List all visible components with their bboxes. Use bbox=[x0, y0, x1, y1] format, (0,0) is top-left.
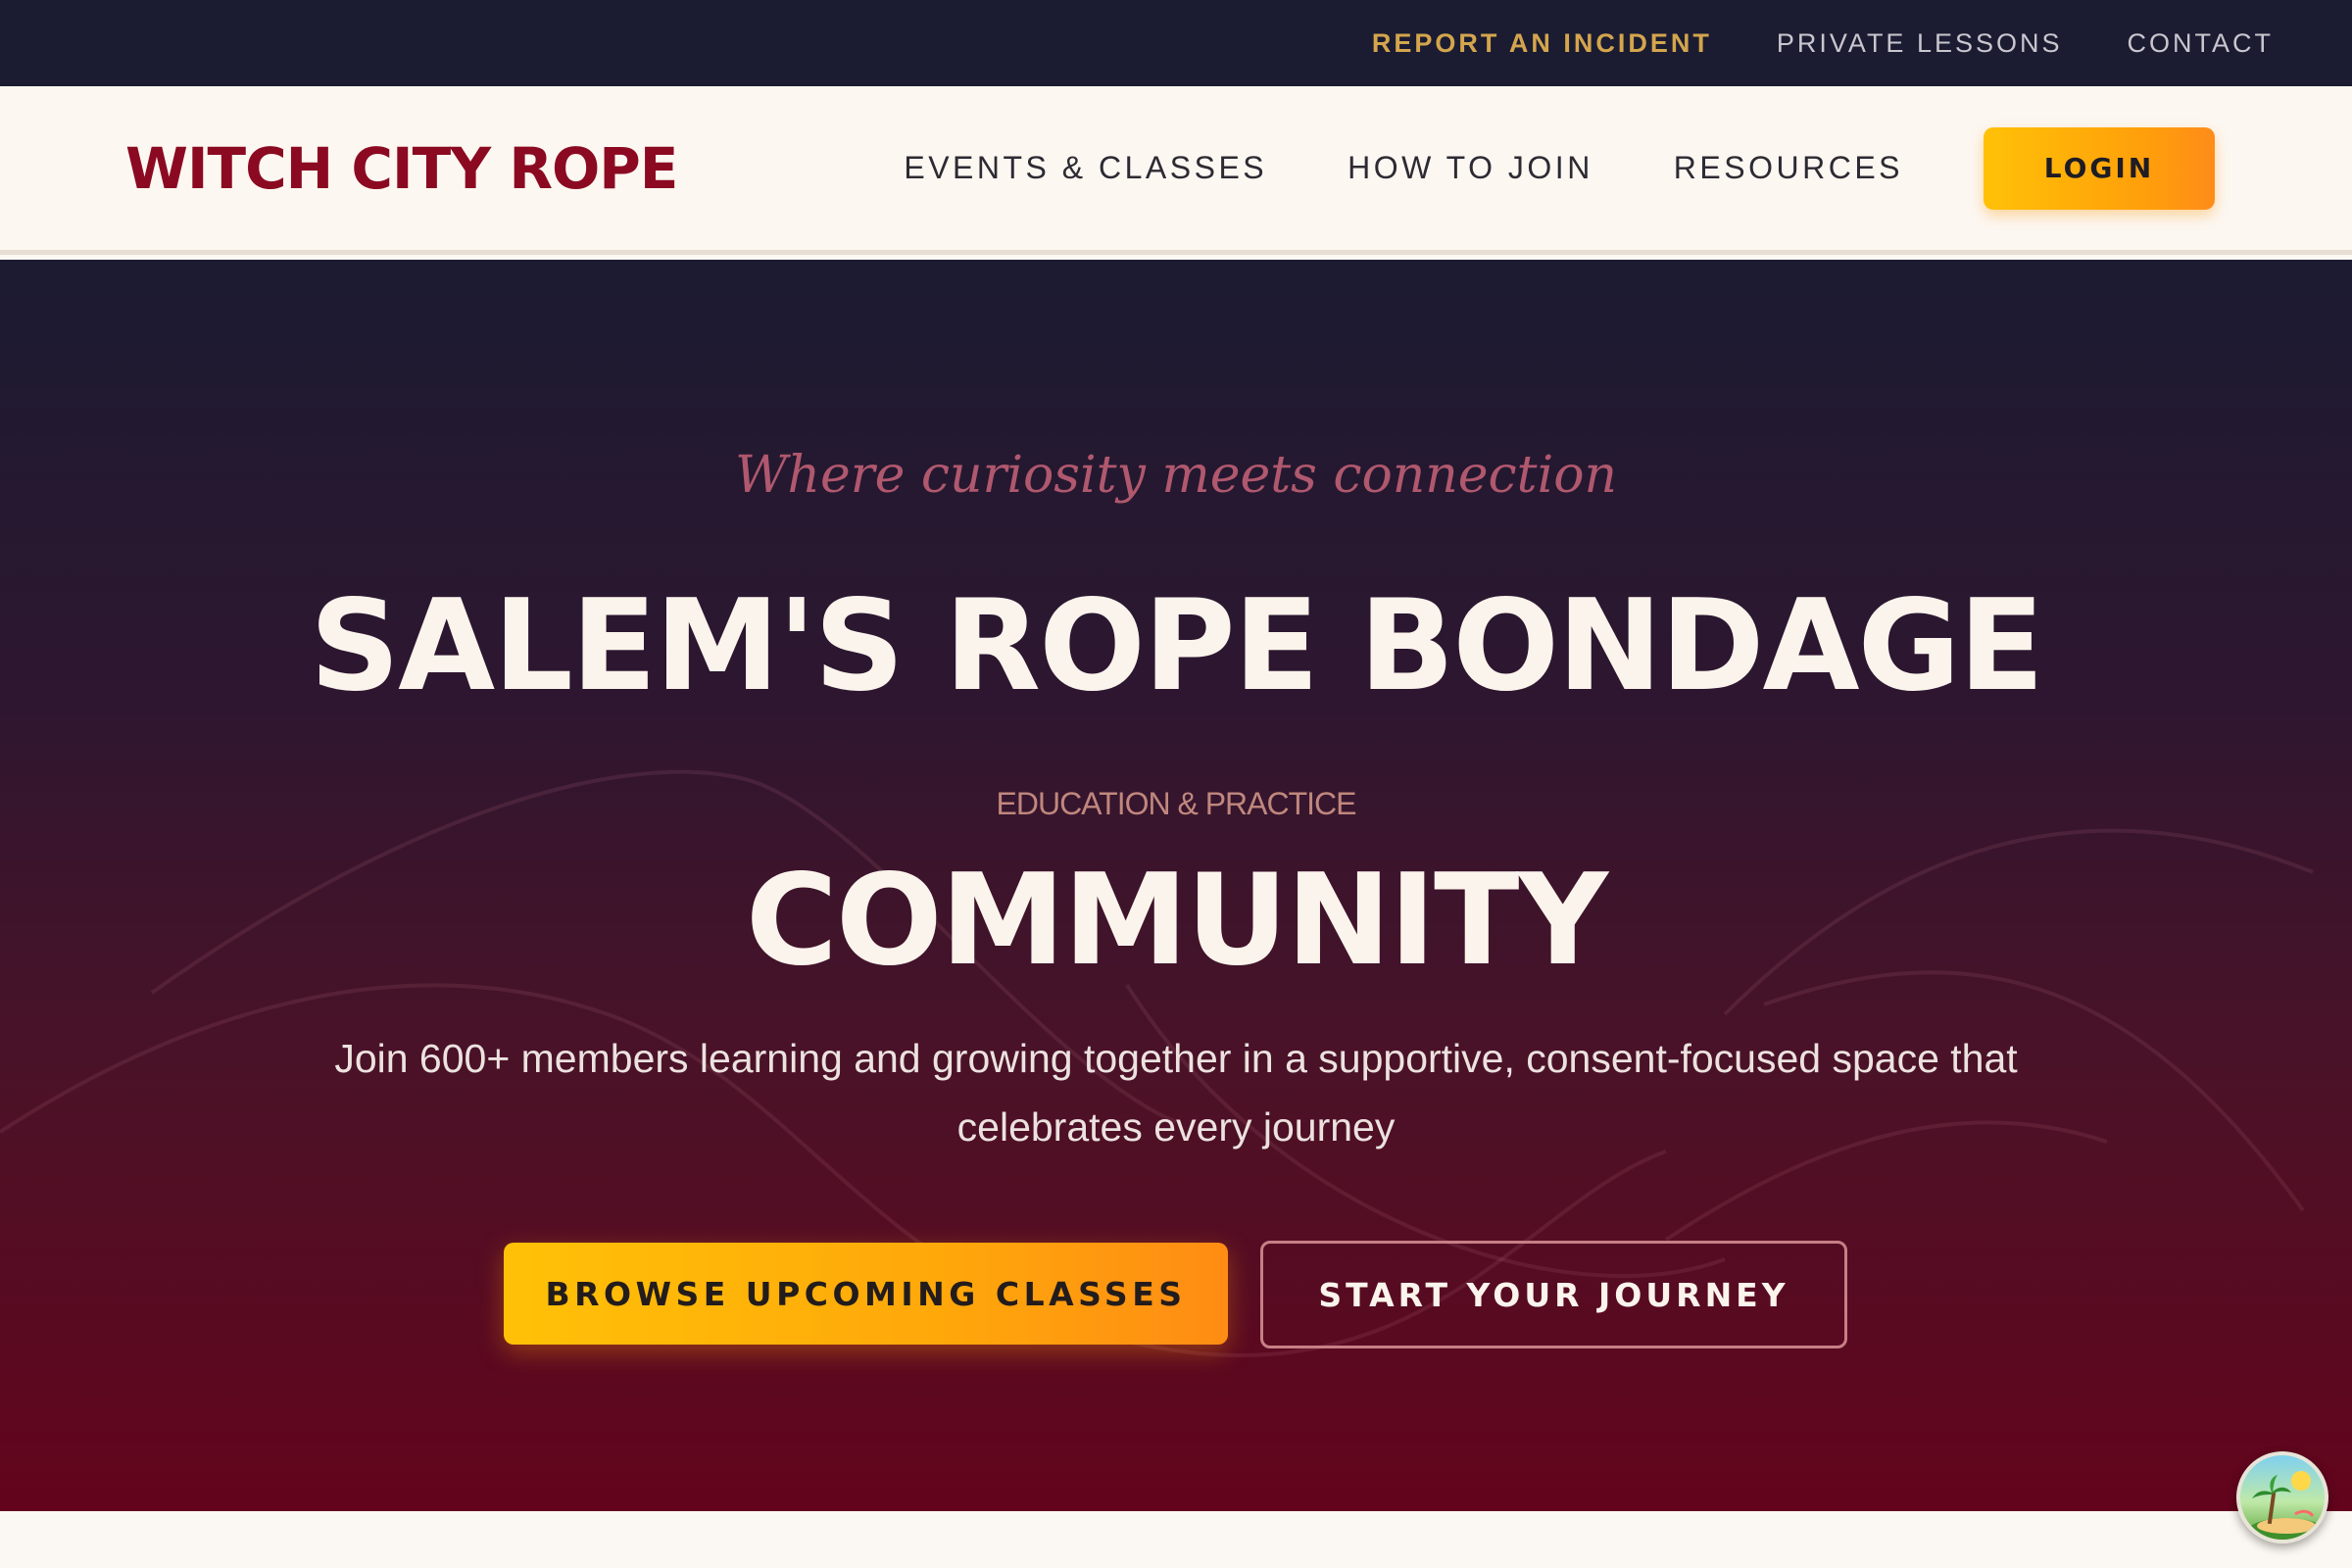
browse-classes-button[interactable]: BROWSE UPCOMING CLASSES bbox=[504, 1243, 1228, 1345]
next-section-edge bbox=[0, 1511, 2352, 1568]
main-header: WITCH CITY ROPE EVENTS & CLASSES HOW TO … bbox=[0, 86, 2352, 255]
hero-eyebrow: EDUCATION & PRACTICE bbox=[996, 786, 1357, 821]
contact-link[interactable]: CONTACT bbox=[2128, 28, 2275, 59]
start-journey-button[interactable]: START YOUR JOURNEY bbox=[1260, 1241, 1847, 1348]
floating-widget-button[interactable] bbox=[2236, 1451, 2328, 1544]
hero-subtitle: COMMUNITY bbox=[745, 848, 1608, 994]
utility-bar: REPORT AN INCIDENT PRIVATE LESSONS CONTA… bbox=[0, 0, 2352, 86]
private-lessons-link[interactable]: PRIVATE LESSONS bbox=[1777, 28, 2063, 59]
main-nav: EVENTS & CLASSES HOW TO JOIN RESOURCES L… bbox=[904, 126, 2215, 210]
site-logo[interactable]: WITCH CITY ROPE bbox=[125, 135, 678, 202]
hero-description: Join 600+ members learning and growing t… bbox=[334, 1036, 2018, 1150]
nav-how-to-join[interactable]: HOW TO JOIN bbox=[1348, 150, 1593, 186]
hero-tagline: Where curiosity meets connection bbox=[735, 446, 1617, 505]
login-button[interactable]: LOGIN bbox=[1984, 126, 2215, 210]
nav-events-classes[interactable]: EVENTS & CLASSES bbox=[904, 150, 1267, 186]
report-incident-link[interactable]: REPORT AN INCIDENT bbox=[1372, 28, 1712, 59]
hero-title: SALEM'S ROPE BONDAGE bbox=[309, 573, 2044, 719]
nav-resources[interactable]: RESOURCES bbox=[1674, 150, 1903, 186]
hero-section: Where curiosity meets connection SALEM'S… bbox=[0, 260, 2352, 1511]
